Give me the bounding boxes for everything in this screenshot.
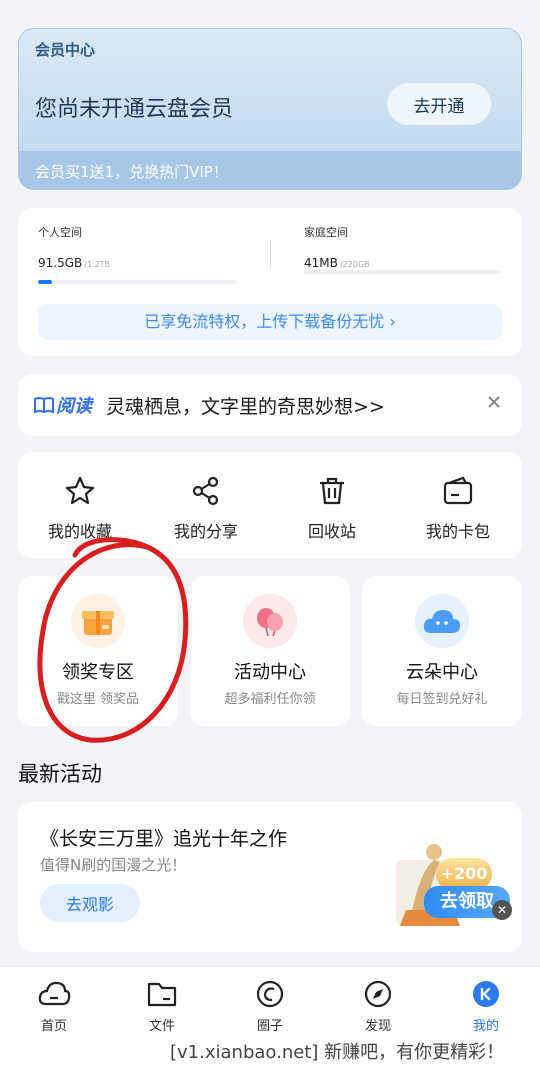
reading-brand: 阅读 [56, 396, 92, 417]
tool-label: 回收站 [307, 522, 356, 541]
section-title: 最新活动 [18, 762, 102, 786]
family-space[interactable]: 家庭空间 41MB/220GB [304, 224, 370, 270]
family-space-used: 41MB [304, 256, 338, 270]
promo-title: 活动中心 [234, 662, 306, 683]
profile-icon [473, 981, 499, 1007]
personal-space-label: 个人空间 [38, 226, 82, 239]
tool-favorites[interactable]: 我的收藏 [20, 474, 140, 542]
compass-icon [364, 980, 392, 1008]
cloud-icon [415, 594, 469, 648]
watch-button[interactable]: 去观影 [40, 884, 140, 922]
tab-circle[interactable]: 圈子 [230, 979, 310, 1034]
reading-text: 灵魂栖息，文字里的奇思妙想>> [106, 396, 385, 418]
tool-card-wallet[interactable]: 我的卡包 [398, 474, 518, 542]
close-icon[interactable] [484, 392, 504, 412]
card-wallet-icon [443, 476, 473, 505]
book-icon [34, 397, 54, 414]
gift-box-icon [71, 594, 125, 648]
tool-label: 我的收藏 [47, 522, 112, 541]
vip-promo-text: 会员买1送1，兑换热门VIP！ [35, 163, 228, 181]
circle-icon [256, 980, 284, 1008]
close-icon[interactable]: ✕ [492, 900, 512, 920]
tab-mine[interactable]: 我的 [446, 979, 526, 1034]
reading-banner[interactable]: 阅读 灵魂栖息，文字里的奇思妙想>> [18, 374, 522, 436]
personal-space-usage: 91.5GB/1.2TB [38, 256, 110, 270]
promo-sub: 超多福利任你领 [224, 692, 316, 707]
personal-space-fill [38, 280, 52, 284]
family-space-bar [304, 270, 502, 274]
personal-space-bar [38, 280, 236, 284]
tab-label: 文件 [148, 1019, 175, 1034]
promo-sub: 戳这里 领奖品 [56, 692, 140, 707]
family-space-label: 家庭空间 [304, 226, 348, 239]
reading-logo: 阅读 [34, 392, 92, 418]
tools-card: 我的收藏 我的分享 回收站 我的卡包 [18, 452, 522, 558]
tool-share[interactable]: 我的分享 [146, 474, 266, 542]
personal-space-used: 91.5GB [38, 256, 83, 270]
family-space-total: /220GB [339, 260, 370, 269]
tab-label: 首页 [40, 1019, 67, 1034]
trash-icon [320, 477, 344, 505]
promo-title: 领奖专区 [62, 662, 134, 683]
folder-icon [147, 982, 177, 1007]
tool-label: 我的卡包 [425, 522, 490, 541]
tab-label: 我的 [472, 1019, 499, 1034]
family-space-usage: 41MB/220GB [304, 256, 370, 270]
vip-title: 会员中心 [35, 41, 96, 59]
storage-card[interactable]: 个人空间 91.5GB/1.2TB 家庭空间 41MB/220GB 已享免流特权… [18, 208, 522, 356]
tab-files[interactable]: 文件 [122, 979, 202, 1034]
promo-sub: 每日签到兑好礼 [396, 692, 488, 707]
promo-card-cloud[interactable]: 云朵中心 每日签到兑好礼 [362, 576, 522, 726]
activity-card[interactable]: 《长安三万里》追光十年之作 值得N刷的国漫之光！ 去观影 +200 去领取 ✕ [18, 802, 522, 952]
personal-space-total: /1.2TB [84, 260, 111, 269]
vip-card[interactable]: 会员中心 您尚未开通云盘会员 去开通 会员买1送1，兑换热门VIP！ [18, 28, 522, 190]
promo-title: 云朵中心 [406, 662, 478, 683]
vip-promo-strip[interactable]: 会员买1送1，兑换热门VIP！ [19, 151, 521, 189]
watermark-text: [v1.xianbao.net] 新赚吧，有你更精彩！ [170, 1038, 505, 1064]
share-icon [192, 476, 219, 506]
promo-card-rewards[interactable]: 领奖专区 戳这里 领奖品 [18, 576, 178, 726]
tool-recycle-bin[interactable]: 回收站 [272, 474, 392, 542]
tab-label: 圈子 [256, 1019, 283, 1034]
open-vip-button[interactable]: 去开通 [387, 83, 491, 125]
tab-discover[interactable]: 发现 [338, 979, 418, 1034]
tab-label: 发现 [364, 1019, 391, 1034]
balloon-icon [243, 594, 297, 648]
promo-card-activity[interactable]: 活动中心 超多福利任你领 [190, 576, 350, 726]
free-traffic-promo[interactable]: 已享免流特权，上传下载备份无忧 › [38, 304, 502, 340]
personal-space[interactable]: 个人空间 91.5GB/1.2TB [38, 224, 110, 270]
tab-home[interactable]: 首页 [14, 979, 94, 1034]
tool-label: 我的分享 [173, 522, 238, 541]
star-icon [65, 476, 95, 505]
activity-subtitle: 值得N刷的国漫之光！ [40, 856, 187, 874]
vip-status-text: 您尚未开通云盘会员 [35, 97, 234, 122]
cloud-home-icon [38, 981, 71, 1006]
storage-divider [270, 240, 271, 270]
activity-title: 《长安三万里》追光十年之作 [40, 828, 288, 850]
